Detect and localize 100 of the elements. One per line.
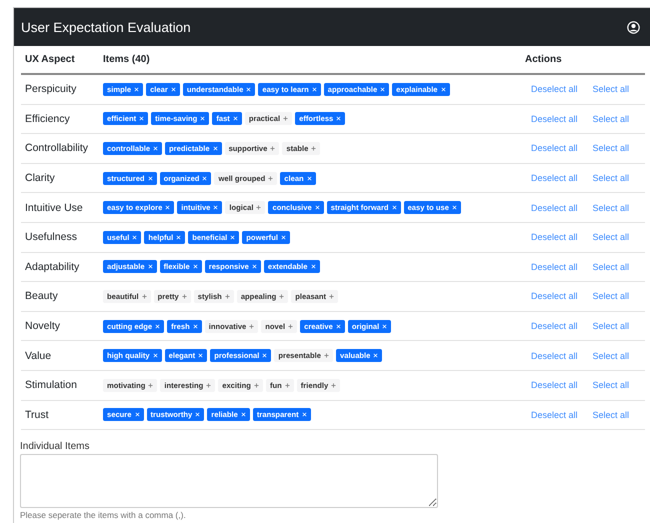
remove-icon	[382, 324, 388, 329]
remove-icon	[380, 86, 386, 92]
action-link[interactable]: Select all	[592, 202, 630, 213]
action-link[interactable]: Deselect all	[531, 410, 578, 420]
action-link[interactable]: Select all	[592, 173, 630, 184]
remove-icon	[198, 353, 204, 358]
remove-icon	[280, 234, 286, 240]
plus-icon	[206, 382, 212, 388]
remove-icon	[155, 324, 160, 329]
aspect-label: Beauty	[24, 290, 59, 302]
remove-icon	[336, 324, 341, 329]
plus-icon	[256, 205, 262, 210]
plus-icon	[311, 146, 316, 151]
remove-icon	[192, 324, 198, 329]
remove-icon	[134, 412, 140, 418]
app-title: User Expectation Evaluation	[21, 20, 191, 34]
plus-icon	[270, 146, 276, 151]
plus-icon	[283, 116, 288, 122]
remove-icon	[246, 86, 252, 92]
remove-icon	[240, 412, 246, 418]
plus-icon	[224, 294, 230, 299]
user-icon[interactable]	[627, 20, 640, 34]
plus-icon	[142, 294, 147, 299]
action-link[interactable]: Select all	[592, 380, 630, 390]
action-link[interactable]: Select all	[592, 410, 630, 420]
remove-icon	[165, 205, 170, 210]
remove-icon	[134, 86, 140, 92]
remove-icon	[336, 116, 342, 122]
plus-icon	[324, 353, 329, 358]
plus-icon	[331, 382, 336, 388]
remove-icon	[195, 412, 200, 418]
column-header: Actions	[525, 54, 563, 65]
field-label: Individual Items	[20, 441, 90, 452]
action-link[interactable]: Select all	[592, 114, 630, 124]
aspect-label: Adaptability	[24, 260, 80, 273]
action-link[interactable]: Select all	[592, 291, 630, 302]
remove-icon	[452, 205, 457, 210]
plus-icon	[279, 294, 284, 299]
plus-icon	[284, 382, 290, 388]
plus-icon	[249, 324, 254, 329]
remove-icon	[139, 116, 144, 122]
plus-icon	[329, 294, 334, 299]
remove-icon	[212, 146, 218, 151]
action-link[interactable]: Select all	[592, 350, 630, 361]
aspect-label: Intuitive Use	[24, 202, 84, 214]
remove-icon	[152, 353, 158, 358]
remove-icon	[310, 264, 316, 270]
column-header: Items (40)	[103, 54, 151, 65]
field-hint: Please seperate the items with a comma (,).	[20, 510, 186, 520]
action-link[interactable]: Deselect all	[531, 114, 578, 124]
action-link[interactable]: Deselect all	[531, 143, 578, 154]
aspect-label: Novelty	[24, 320, 62, 332]
remove-icon	[440, 86, 446, 92]
remove-icon	[302, 412, 307, 418]
action-link[interactable]: Deselect all	[531, 232, 578, 242]
plus-icon	[182, 294, 187, 299]
aspect-label: Perspicuity	[24, 83, 78, 96]
action-link[interactable]: Deselect all	[531, 202, 578, 213]
action-link[interactable]: Select all	[592, 262, 630, 272]
remove-icon	[202, 176, 208, 181]
remove-icon	[132, 234, 138, 240]
remove-icon	[314, 205, 320, 210]
remove-icon	[392, 205, 397, 210]
action-link[interactable]: Deselect all	[531, 380, 578, 390]
remove-icon	[192, 264, 198, 270]
remove-icon	[312, 86, 317, 92]
aspect-label: Stimulation	[24, 379, 78, 392]
action-link[interactable]: Deselect all	[531, 84, 578, 94]
aspect-label: Trust	[24, 408, 50, 421]
aspect-label: Clarity	[24, 172, 56, 184]
remove-icon	[176, 234, 182, 240]
remove-icon	[373, 353, 378, 358]
column-header: UX Aspect	[24, 54, 76, 65]
action-link[interactable]: Deselect all	[531, 173, 578, 184]
remove-icon	[153, 146, 158, 151]
action-link[interactable]: Select all	[592, 232, 630, 242]
remove-icon	[148, 264, 153, 270]
remove-icon	[252, 264, 257, 270]
action-link[interactable]: Deselect all	[531, 350, 578, 361]
action-link[interactable]: Select all	[592, 84, 630, 94]
remove-icon	[170, 86, 176, 92]
remove-icon	[232, 116, 238, 122]
action-link[interactable]: Deselect all	[531, 321, 578, 332]
action-link[interactable]: Select all	[592, 143, 630, 154]
aspect-label: Value	[24, 350, 52, 362]
action-link[interactable]: Deselect all	[531, 262, 578, 272]
aspect-label: Efficiency	[24, 112, 71, 125]
remove-icon	[230, 234, 236, 240]
remove-icon	[306, 176, 312, 181]
action-link[interactable]: Select all	[592, 321, 630, 332]
plus-icon	[254, 382, 259, 388]
remove-icon	[148, 176, 153, 181]
action-link[interactable]: Deselect all	[531, 291, 578, 302]
plus-icon	[148, 382, 154, 388]
remove-icon	[213, 205, 218, 210]
plus-icon	[288, 324, 294, 329]
aspect-label: Usefulness	[24, 231, 78, 244]
remove-icon	[200, 116, 206, 122]
aspect-label: Controllability	[24, 142, 90, 154]
remove-icon	[262, 353, 268, 358]
